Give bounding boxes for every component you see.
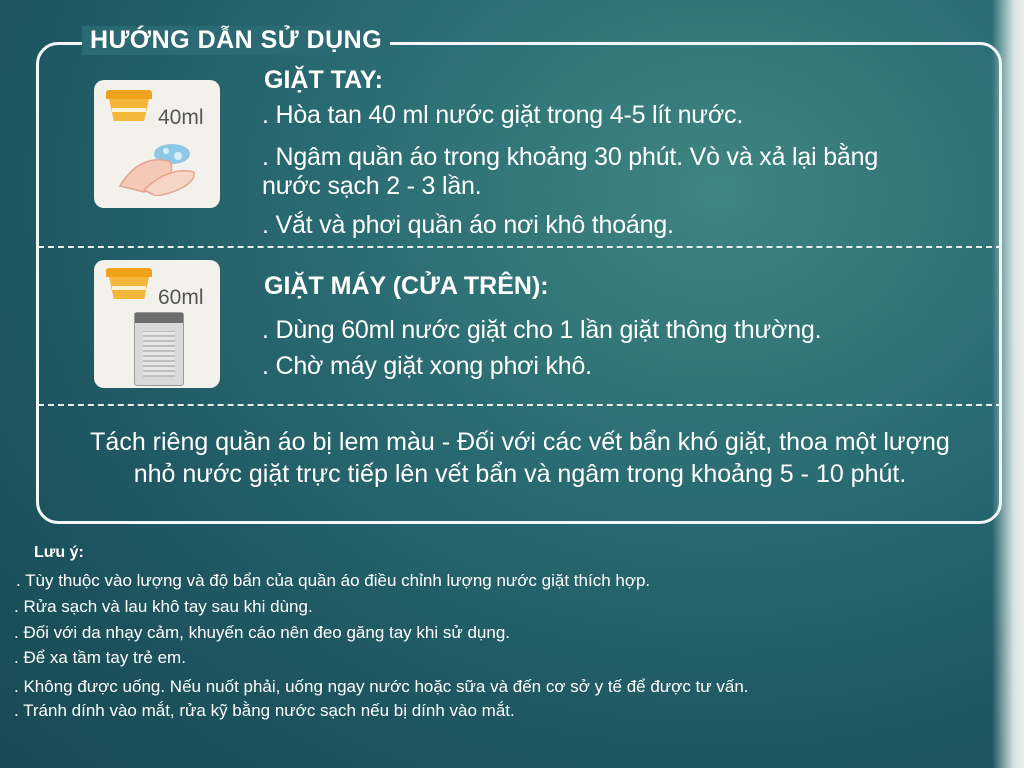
hand-wash-heading: GIẶT TAY: — [264, 66, 383, 94]
machine-wash-line: . Dùng 60ml nước giặt cho 1 lần giặt thô… — [262, 316, 822, 344]
notes-title: Lưu ý: — [34, 544, 84, 561]
note-item: . Rửa sạch và lau khô tay sau khi dùng. — [14, 597, 313, 616]
hand-wash-line: . Vắt và phơi quần áo nơi khô thoáng. — [262, 211, 674, 239]
stain-tip-line: nhỏ nước giặt trực tiếp lên vết bẩn và n… — [133, 460, 907, 488]
hand-wash-dose-label: 40ml — [158, 106, 204, 129]
washing-hands-icon — [118, 144, 195, 196]
machine-wash-line: . Chờ máy giặt xong phơi khô. — [262, 352, 592, 380]
note-item: . Tránh dính vào mắt, rửa kỹ bằng nước s… — [14, 701, 515, 720]
section-divider — [38, 404, 1002, 406]
machine-wash-dose-label: 60ml — [158, 286, 204, 309]
measuring-cup-icon — [106, 90, 152, 124]
note-item: . Để xa tầm tay trẻ em. — [14, 648, 186, 667]
hand-wash-line: nước sạch 2 - 3 lần. — [262, 172, 482, 200]
section-divider — [38, 246, 1002, 248]
note-item: . Đối với da nhạy cảm, khuyến cáo nên đe… — [14, 623, 510, 642]
machine-wash-icon-card: 60ml — [94, 260, 220, 388]
measuring-cup-icon — [106, 268, 152, 302]
hand-wash-icon-card: 40ml — [94, 80, 220, 208]
note-item: . Không được uống. Nếu nuốt phải, uống n… — [14, 677, 749, 696]
label-panel: HƯỚNG DẪN SỬ DỤNG 40ml GIẶT TAY: . Hòa t… — [0, 0, 1024, 768]
machine-wash-heading: GIẶT MÁY (CỬA TRÊN): — [264, 272, 549, 300]
hand-wash-line: . Hòa tan 40 ml nước giặt trong 4-5 lít … — [262, 101, 744, 129]
instructions-title: HƯỚNG DẪN SỬ DỤNG — [82, 26, 391, 55]
stain-tip-line: Tách riêng quần áo bị lem màu - Đối với … — [90, 428, 950, 456]
hand-wash-line: . Ngâm quần áo trong khoảng 30 phút. Vò … — [262, 143, 879, 171]
note-item: . Tùy thuộc vào lượng và độ bẩn của quần… — [16, 571, 651, 590]
washing-machine-icon — [134, 312, 184, 386]
